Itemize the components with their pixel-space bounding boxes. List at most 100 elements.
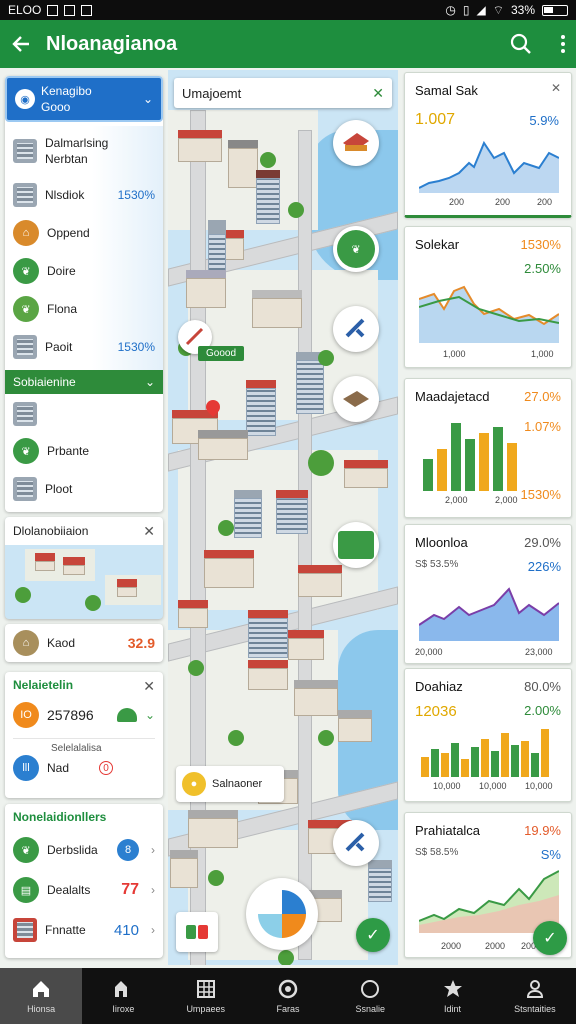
nav-label: Hionsa	[27, 1004, 56, 1014]
stat-percent: 19.9%	[524, 823, 561, 838]
search-icon[interactable]	[510, 33, 532, 55]
building-icon	[13, 183, 37, 207]
city-map[interactable]: Umajoemt ✕ ❦ Goood ● Salnaoner ✓	[168, 70, 398, 965]
notification-icon	[64, 4, 76, 16]
list-item[interactable]: Dalmarlsing Nerbtan	[5, 126, 163, 176]
poi-marker[interactable]	[333, 120, 379, 166]
nav-item[interactable]: Ssnalie	[329, 968, 411, 1024]
stat-card[interactable]: Samal Sak ✕ 1.007 5.9% 200 200 200	[404, 72, 572, 218]
stat-card[interactable]: Solekar 1530% 2.50% 1,000 1,000	[404, 226, 572, 368]
tools-icon	[186, 925, 196, 939]
stat-percent: 80.0%	[524, 679, 561, 694]
nav-label: Umpaees	[186, 1004, 225, 1014]
stat-percent: 1.07%	[524, 419, 561, 434]
kaod-card[interactable]: ⌂ Kaod 32.9	[5, 624, 163, 662]
section-dropdown[interactable]: Sobiaienine ⌄	[5, 370, 163, 394]
stats-row: lll Nad 0	[5, 754, 163, 782]
list-item[interactable]: ❦ Doire	[5, 252, 163, 290]
map-preview-card[interactable]: Dlolanobiiaion ✕	[5, 517, 163, 619]
stats-row2-label: Selelalalisa	[51, 743, 102, 754]
back-arrow-icon[interactable]	[10, 33, 32, 55]
x-tick-label: 200	[449, 197, 465, 207]
tools-widget[interactable]	[176, 912, 218, 952]
stat-percent: 2.00%	[524, 703, 561, 718]
close-icon[interactable]: ✕	[551, 81, 561, 95]
list-item[interactable]: ❦ Prbante	[5, 432, 163, 470]
list-item[interactable]	[5, 396, 163, 432]
building-icon	[13, 139, 37, 163]
bar-chart	[423, 423, 517, 491]
temple-icon: ⌂	[13, 630, 39, 656]
stat-card[interactable]: Doahiaz 12036 80.0% 2.00% 10,000 10,000 …	[404, 668, 572, 802]
person-icon	[524, 978, 546, 1000]
x-tick-label: 2,000	[445, 495, 468, 505]
nav-home[interactable]: Hionsa	[0, 968, 83, 1024]
layers-card: ◉ Kenagibo Gooo ⌄ Dalmarlsing Nerbtan Nl…	[5, 76, 163, 512]
leaf-icon: ❦	[13, 296, 39, 322]
list-item-label: Paoit	[45, 340, 73, 354]
list-item[interactable]: ⌂ Oppend	[5, 214, 163, 252]
stat-card[interactable]: Prahiatalca S$ 58.5% 19.9% S% 2000 2000 …	[404, 812, 572, 958]
confirm-fab[interactable]: ✓	[533, 921, 567, 955]
chevron-down-icon: ⌄	[142, 92, 153, 106]
x-tick-label: 2,000	[495, 495, 518, 505]
list-item-value: 8	[117, 839, 139, 861]
leaf-icon: ❦	[13, 258, 39, 284]
building-icon	[13, 402, 37, 426]
list-item[interactable]: Paoit 1530%	[5, 328, 163, 366]
list-item[interactable]: ▤ Dealalts 77 ›	[5, 870, 163, 910]
stat-subtitle: S$ 58.5%	[415, 847, 459, 858]
list-item[interactable]: Fnnatte 410 ›	[5, 910, 163, 950]
map-callout[interactable]: Goood	[198, 346, 245, 361]
nav-label: Iiroxe	[112, 1004, 135, 1014]
stats-badge: lll	[13, 755, 39, 781]
nav-item[interactable]: Umpaees	[165, 968, 247, 1024]
poi-marker[interactable]	[333, 376, 379, 422]
home-icon	[30, 978, 52, 1000]
bar-chart	[421, 729, 549, 777]
chevron-right-icon: ›	[151, 923, 155, 937]
building-icon	[343, 133, 369, 151]
list-item[interactable]: ❦ Flona	[5, 290, 163, 328]
battery-icon	[542, 4, 568, 16]
pie-widget[interactable]	[246, 878, 318, 950]
stat-card-title: Samal Sak	[415, 83, 478, 98]
list-item[interactable]: Ploot	[5, 470, 163, 508]
signal-icon: ◢	[476, 3, 486, 17]
stat-card[interactable]: Maadajetacd 27.0% 1.07% 1530% 2,000 2,00…	[404, 378, 572, 518]
confirm-fab[interactable]: ✓	[356, 918, 390, 952]
map-callout[interactable]: ● Salnaoner	[176, 766, 284, 802]
x-tick-label: 10,000	[433, 781, 461, 791]
stats-badge: IO	[13, 702, 39, 728]
check-icon: ✓	[543, 930, 557, 947]
nav-item[interactable]: Idint	[411, 968, 493, 1024]
poi-marker[interactable]	[333, 522, 379, 568]
app-bar: Nloanagianoa	[0, 20, 576, 68]
close-icon[interactable]: ✕	[372, 85, 384, 102]
poi-marker[interactable]: ❦	[333, 226, 379, 272]
chart-icon	[338, 531, 374, 559]
more-options-icon[interactable]	[560, 34, 566, 54]
category-dropdown[interactable]: ◉ Kenagibo Gooo ⌄	[5, 76, 163, 122]
nav-item[interactable]: Faras	[247, 968, 329, 1024]
leaf-icon: ❦	[13, 837, 39, 863]
stat-card[interactable]: Mloonloa S$ 53.5% 29.0% 226% 20,000 23,0…	[404, 524, 572, 664]
building-icon	[13, 335, 37, 359]
list-item-label: Derbslida	[47, 843, 98, 857]
nav-label: Stsntaities	[514, 1004, 556, 1014]
nav-item[interactable]: Iiroxe	[82, 968, 164, 1024]
notification-icon	[47, 4, 59, 16]
close-icon[interactable]: ✕	[143, 678, 155, 695]
map-callout-text: Salnaoner	[212, 778, 263, 790]
nav-item[interactable]: Stsntaities	[494, 968, 576, 1024]
dropdown-line2: Gooo	[41, 100, 71, 114]
close-icon[interactable]: ✕	[143, 523, 155, 540]
map-search-bar[interactable]: Umajoemt ✕	[174, 78, 392, 108]
circle-icon	[359, 978, 381, 1000]
area-chart	[419, 285, 559, 343]
stat-percent: 2.50%	[524, 261, 561, 276]
list-item[interactable]: Nlsdiok 1530%	[5, 176, 163, 214]
poi-marker[interactable]	[333, 306, 379, 352]
list-item[interactable]: ❦ Derbslida 8 ›	[5, 830, 163, 870]
poi-marker[interactable]	[333, 820, 379, 866]
